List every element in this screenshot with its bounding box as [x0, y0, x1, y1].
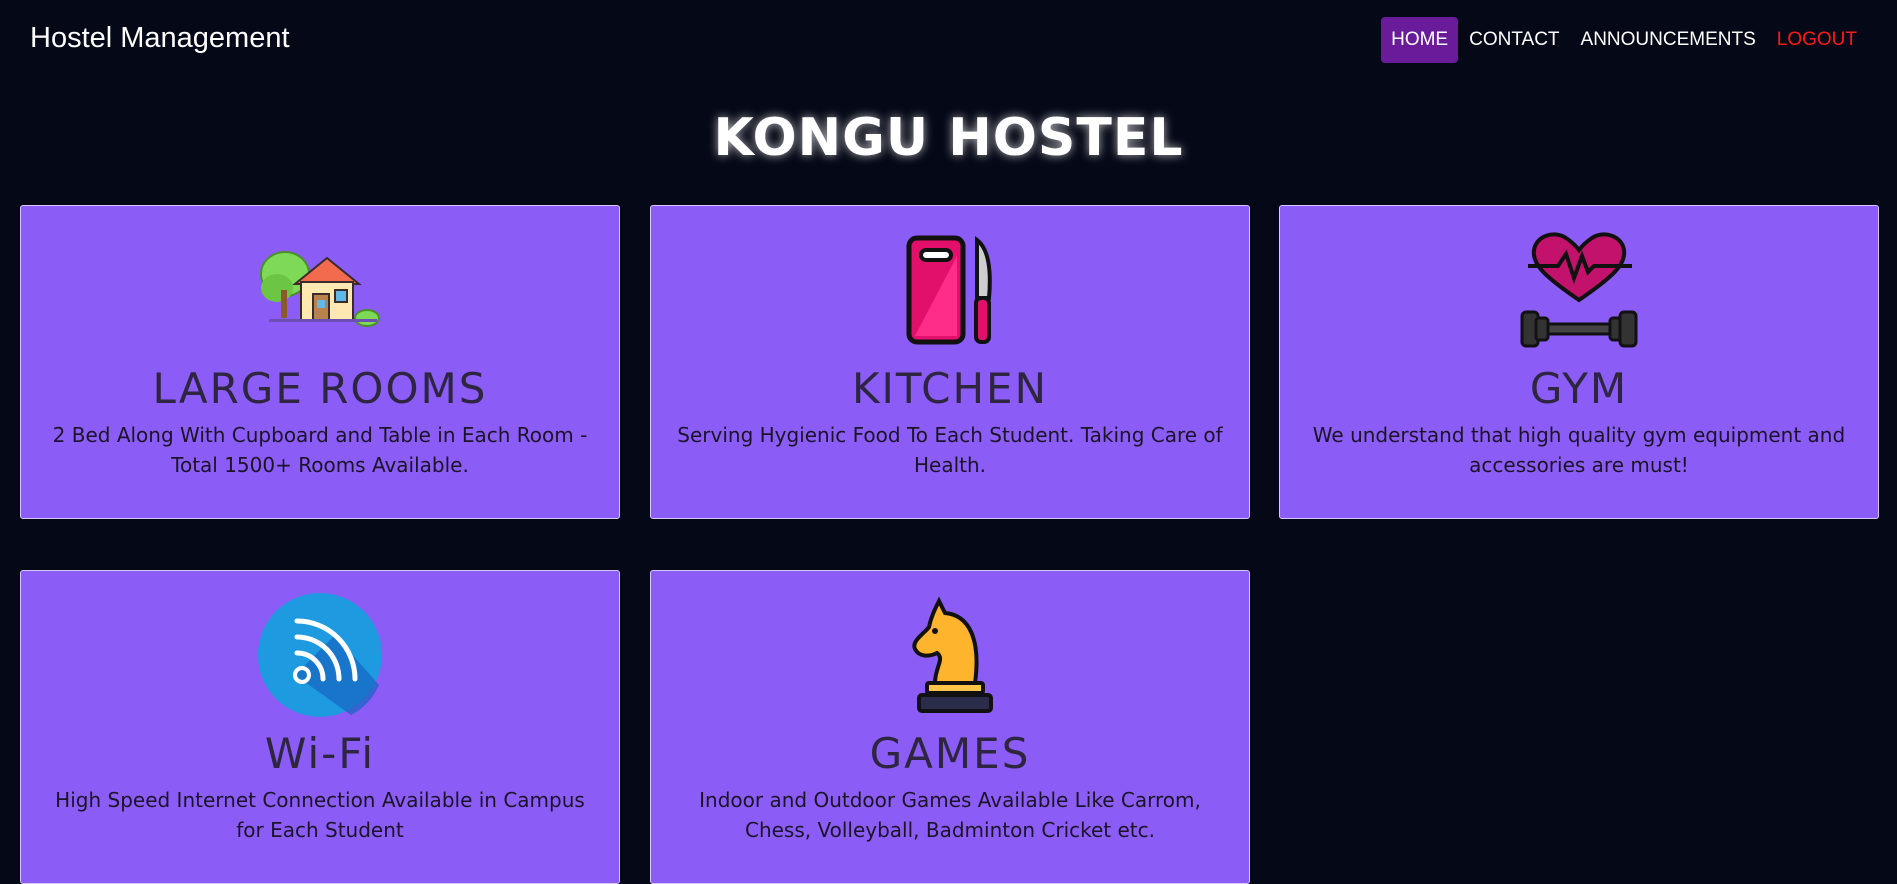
- feature-card-kitchen: KITCHEN Serving Hygienic Food To Each St…: [650, 205, 1250, 519]
- card-description: Serving Hygienic Food To Each Student. T…: [677, 423, 1223, 477]
- nav-logout-link[interactable]: LOGOUT: [1767, 17, 1867, 63]
- kitchen-icon: [885, 226, 1015, 354]
- feature-card-games: GAMES Indoor and Outdoor Games Available…: [650, 570, 1250, 884]
- card-title: LARGE ROOMS: [152, 364, 488, 413]
- nav-announcements-link[interactable]: ANNOUNCEMENTS: [1571, 17, 1766, 63]
- navbar: Hostel Management HOME CONTACT ANNOUNCEM…: [0, 0, 1897, 78]
- nav-home-link[interactable]: HOME: [1381, 17, 1459, 63]
- page-title: KONGU HOSTEL: [713, 108, 1184, 168]
- card-description: Indoor and Outdoor Games Available Like …: [699, 788, 1201, 842]
- card-title: Wi-Fi: [264, 729, 376, 778]
- card-description: High Speed Internet Connection Available…: [55, 788, 585, 842]
- card-title: GAMES: [869, 729, 1031, 778]
- feature-card-gym: GYM We understand that high quality gym …: [1279, 205, 1879, 519]
- brand-title[interactable]: Hostel Management: [30, 22, 290, 55]
- nav-links: HOME CONTACT ANNOUNCEMENTS LOGOUT: [1380, 17, 1867, 63]
- wifi-icon: [255, 591, 385, 719]
- card-description: We understand that high quality gym equi…: [1312, 423, 1846, 477]
- nav-contact-link[interactable]: CONTACT: [1459, 17, 1569, 63]
- card-description: 2 Bed Along With Cupboard and Table in E…: [52, 423, 588, 477]
- feature-card-rooms: LARGE ROOMS 2 Bed Along With Cupboard an…: [20, 205, 620, 519]
- house-icon: [255, 226, 385, 354]
- card-title: GYM: [1529, 364, 1629, 413]
- chess-knight-icon: [885, 591, 1015, 719]
- card-title: KITCHEN: [852, 364, 1048, 413]
- gym-icon: [1514, 226, 1644, 354]
- feature-card-wifi: Wi-Fi High Speed Internet Connection Ava…: [20, 570, 620, 884]
